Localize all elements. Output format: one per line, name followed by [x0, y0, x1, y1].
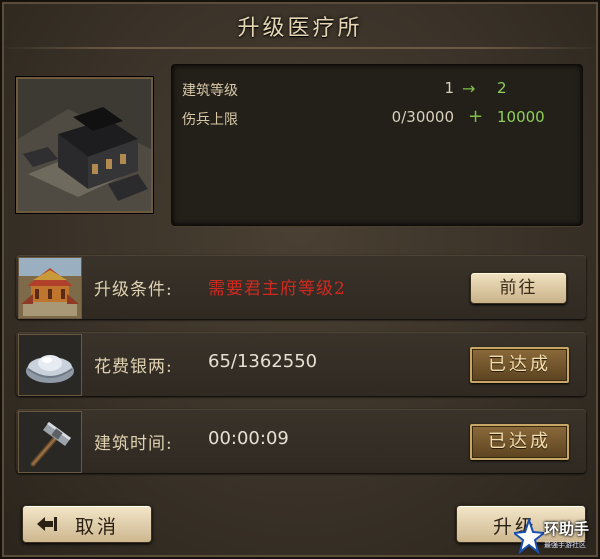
requirement-value: 65/1362550: [208, 351, 318, 372]
title-divider: [0, 47, 600, 49]
palace-icon: [18, 257, 82, 319]
achieved-badge: 已达成: [470, 347, 569, 383]
stat-row-building-level: 建筑等级 1 → 2: [172, 73, 582, 103]
arrow-right-icon: →: [462, 79, 476, 98]
plus-icon: +: [468, 106, 484, 127]
stat-label: 建筑等级: [182, 83, 238, 99]
stat-label: 伤兵上限: [182, 112, 238, 128]
requirement-value: 00:00:09: [208, 428, 289, 449]
achieved-badge: 已达成: [470, 424, 569, 460]
star-logo-icon: [514, 518, 544, 555]
go-to-button[interactable]: 前往: [470, 272, 567, 304]
cancel-button[interactable]: 取消: [22, 505, 152, 543]
stat-row-wounded-cap: 伤兵上限 0/30000 + 10000: [172, 102, 582, 132]
stat-current: 1: [444, 79, 454, 97]
requirement-value: 需要君主府等级2: [208, 279, 346, 299]
stat-next: 2: [497, 79, 507, 97]
requirement-row-build-time: 建筑时间: 00:00:09 已达成: [16, 409, 586, 473]
building-preview: [16, 77, 153, 213]
stats-panel: 建筑等级 1 → 2 伤兵上限 0/30000 + 10000: [171, 64, 583, 226]
hammer-icon: [18, 411, 82, 473]
silver-ingot-icon: [18, 334, 82, 396]
infirmary-building-icon: [18, 79, 151, 211]
requirement-row-prerequisite: 升级条件: 需要君主府等级2 前往: [16, 255, 586, 319]
requirement-label: 花费银两:: [94, 357, 173, 377]
watermark-logo: 环助手 最强手游社区: [514, 516, 600, 559]
watermark-subtitle: 最强手游社区: [544, 541, 586, 549]
back-arrow-icon: [37, 517, 57, 531]
requirement-label: 建筑时间:: [94, 434, 173, 454]
dialog-title: 升级医疗所: [237, 16, 363, 41]
requirement-row-silver-cost: 花费银两: 65/1362550 已达成: [16, 332, 586, 396]
watermark-title: 环助手: [544, 520, 590, 538]
upgrade-dialog: 升级医疗所 建筑等级 1 → 2 伤兵上限 0/30000 + 10000 升级…: [0, 0, 600, 559]
cancel-label: 取消: [75, 516, 120, 538]
stat-current: 0/30000: [391, 108, 454, 126]
requirement-label: 升级条件:: [94, 280, 173, 300]
stat-next: 10000: [497, 108, 545, 126]
